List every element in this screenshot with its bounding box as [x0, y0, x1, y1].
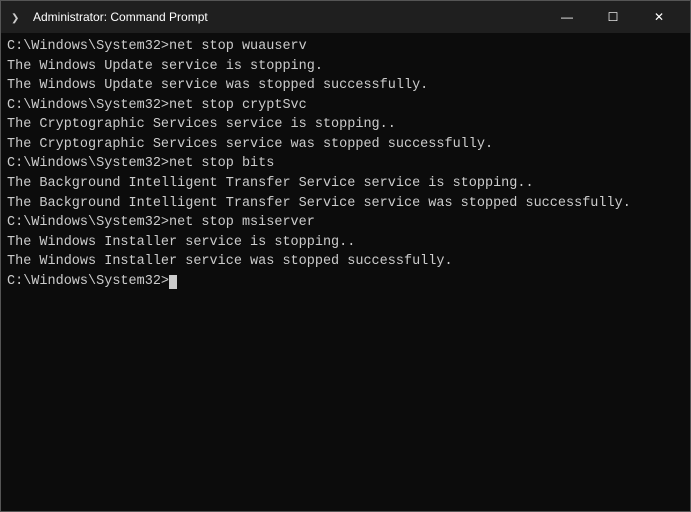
maximize-button[interactable]: ☐: [590, 1, 636, 33]
console-line: C:\Windows\System32>net stop cryptSvc: [7, 96, 684, 116]
console-line: The Cryptographic Services service was s…: [7, 135, 684, 155]
close-button[interactable]: ✕: [636, 1, 682, 33]
console-line: The Cryptographic Services service is st…: [7, 115, 684, 135]
minimize-button[interactable]: —: [544, 1, 590, 33]
console-line: The Windows Update service is stopping.: [7, 57, 684, 77]
window-title: Administrator: Command Prompt: [33, 10, 544, 24]
console-output[interactable]: C:\Windows\System32>net stop wuauservThe…: [1, 33, 690, 511]
console-line: C:\Windows\System32>: [7, 272, 684, 292]
console-line: The Background Intelligent Transfer Serv…: [7, 194, 684, 214]
cursor: [169, 275, 177, 289]
console-line: The Windows Installer service was stoppe…: [7, 252, 684, 272]
console-line: C:\Windows\System32>net stop msiserver: [7, 213, 684, 233]
title-bar: ❯ Administrator: Command Prompt — ☐ ✕: [1, 1, 690, 33]
command-prompt-window: ❯ Administrator: Command Prompt — ☐ ✕ C:…: [0, 0, 691, 512]
console-line: The Background Intelligent Transfer Serv…: [7, 174, 684, 194]
console-line: The Windows Installer service is stoppin…: [7, 233, 684, 253]
console-line: C:\Windows\System32>net stop bits: [7, 154, 684, 174]
console-line: The Windows Update service was stopped s…: [7, 76, 684, 96]
cmd-icon: ❯: [9, 9, 25, 25]
svg-text:❯: ❯: [11, 13, 19, 24]
window-controls: — ☐ ✕: [544, 1, 682, 33]
console-line: C:\Windows\System32>net stop wuauserv: [7, 37, 684, 57]
